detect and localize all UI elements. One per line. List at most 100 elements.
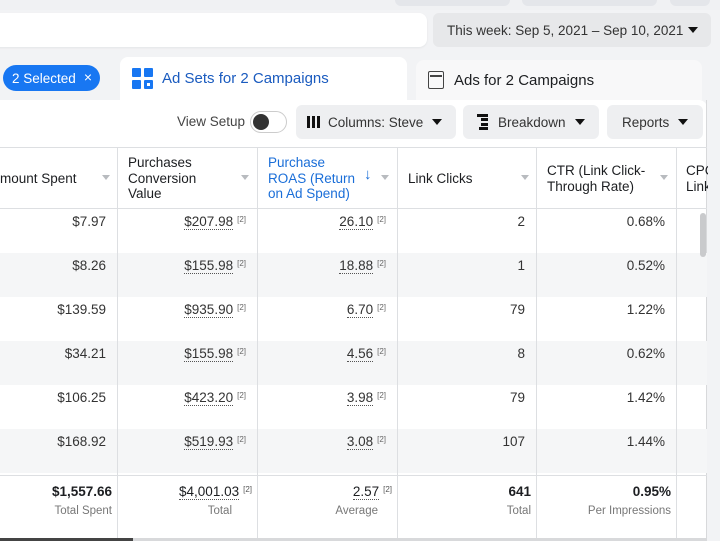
columns-icon: [307, 116, 320, 128]
cell-value[interactable]: 4.56: [346, 346, 374, 362]
cell-value[interactable]: 3.08: [346, 434, 374, 450]
column-header-ctr[interactable]: CTR (Link Click-Through Rate): [547, 148, 668, 209]
caret-down-icon: [688, 27, 698, 33]
footnote-marker[interactable]: [2]: [377, 435, 386, 444]
cell-value[interactable]: 18.88: [339, 258, 374, 274]
footnote-marker[interactable]: [2]: [237, 259, 246, 268]
top-tab[interactable]: [395, 0, 510, 6]
column-divider: [676, 148, 677, 538]
panel-gutter: [707, 100, 720, 541]
column-header-label: Purchase ROAS (Return on Ad Spend): [268, 155, 356, 202]
total-value: 641: [508, 484, 531, 499]
footnote-marker[interactable]: [2]: [377, 303, 386, 312]
cell-ctr: 1.44%: [626, 434, 665, 449]
cell-value[interactable]: 3.98: [346, 390, 374, 406]
top-tab[interactable]: [670, 0, 710, 6]
cell-ctr: 0.62%: [626, 346, 665, 361]
cell-link-clicks: 107: [502, 434, 525, 449]
cell-ctr: 1.22%: [626, 302, 665, 317]
footnote-marker[interactable]: [2]: [377, 259, 386, 268]
date-range-picker[interactable]: This week: Sep 5, 2021 – Sep 10, 2021: [433, 13, 711, 47]
view-setup-toggle[interactable]: [250, 111, 287, 133]
cell-value[interactable]: $155.98: [184, 346, 234, 362]
total-value: 0.95%: [632, 484, 671, 499]
reports-button[interactable]: Reports: [607, 105, 703, 139]
cell-amount-spent: $168.92: [57, 434, 106, 449]
selection-pill[interactable]: 2 Selected ×: [3, 65, 100, 91]
cell-value[interactable]: $207.98: [184, 214, 234, 230]
column-header-link-clicks[interactable]: Link Clicks: [408, 148, 529, 209]
total-conversion-value: $4,001.03 [2] Total: [118, 476, 252, 536]
tab-ad-sets-label: Ad Sets for 2 Campaigns: [162, 70, 329, 87]
cell-amount-spent: $8.26: [72, 258, 106, 273]
cell-roas: 6.70 [2]: [258, 297, 386, 341]
total-roas: 2.57 [2] Average: [258, 476, 392, 536]
total-value: $4,001.03 [2]: [118, 476, 252, 500]
footnote-marker[interactable]: [2]: [243, 485, 252, 494]
cell-amount-spent: $139.59: [57, 302, 106, 317]
tabs-row: 2 Selected × Ad Sets for 2 Campaigns Ads…: [0, 55, 720, 100]
top-strip: [0, 0, 720, 10]
toggle-knob: [253, 114, 269, 130]
cell-ctr: 0.52%: [626, 258, 665, 273]
reports-label: Reports: [622, 114, 670, 130]
column-header-label: Purchases Conversion Value: [128, 155, 197, 202]
sort-caret-icon[interactable]: [521, 175, 529, 180]
column-header-cpc[interactable]: CPC Link: [686, 148, 708, 209]
sort-caret-icon[interactable]: [102, 175, 110, 180]
tab-ad-sets[interactable]: Ad Sets for 2 Campaigns: [120, 57, 407, 100]
cell-conv-value: $207.98 [2]: [118, 209, 246, 253]
total-value-text[interactable]: $4,001.03: [179, 484, 240, 500]
cell-link-clicks: 8: [517, 346, 525, 361]
cell-value[interactable]: $423.20: [184, 390, 234, 406]
search-filter-bar[interactable]: [0, 13, 427, 47]
total-label: Total: [207, 505, 232, 517]
tab-ads-label: Ads for 2 Campaigns: [454, 71, 595, 89]
footnote-marker[interactable]: [2]: [237, 391, 246, 400]
tab-ads[interactable]: Ads for 2 Campaigns: [416, 60, 702, 100]
column-header-label: Link Clicks: [408, 170, 473, 186]
footnote-marker[interactable]: [2]: [237, 435, 246, 444]
cell-link-clicks: 79: [509, 302, 525, 317]
column-header-amount-spent[interactable]: mount Spent: [0, 148, 117, 209]
column-header-purchase-roas[interactable]: Purchase ROAS (Return on Ad Spend) ↓: [268, 148, 389, 209]
total-value-text[interactable]: 2.57: [352, 484, 380, 500]
cell-value[interactable]: $935.90: [184, 302, 234, 318]
footnote-marker[interactable]: [2]: [377, 347, 386, 356]
total-label: Per Impressions: [587, 505, 671, 517]
cell-conv-value: $519.93 [2]: [118, 429, 246, 473]
sort-caret-icon[interactable]: [241, 175, 249, 180]
ads-manager-screen: This week: Sep 5, 2021 – Sep 10, 2021 2 …: [0, 0, 720, 541]
footnote-marker[interactable]: [2]: [237, 347, 246, 356]
date-range-label: This week: Sep 5, 2021 – Sep 10, 2021: [447, 22, 684, 38]
cell-amount-spent: $106.25: [57, 390, 106, 405]
total-amount-spent: $1,557.66 Total Spent: [0, 476, 112, 536]
cell-value[interactable]: 6.70: [346, 302, 374, 318]
sort-caret-icon[interactable]: [660, 175, 668, 180]
column-header-conversion-value[interactable]: Purchases Conversion Value: [128, 148, 249, 209]
top-tab[interactable]: [522, 0, 657, 6]
columns-button[interactable]: Columns: Steve: [296, 105, 456, 139]
close-icon[interactable]: ×: [84, 69, 92, 85]
table-toolbar: View Setup Columns: Steve Breakdown Repo…: [0, 104, 720, 140]
sort-descending-arrow-icon[interactable]: ↓: [364, 167, 372, 183]
footnote-marker[interactable]: [2]: [237, 215, 246, 224]
total-value: $1,557.66: [51, 484, 112, 499]
sort-caret-icon[interactable]: [381, 175, 389, 180]
caret-down-icon: [678, 119, 689, 125]
breakdown-label: Breakdown: [498, 114, 566, 130]
caret-down-icon: [574, 119, 585, 125]
vertical-scrollbar-thumb[interactable]: [700, 213, 706, 257]
breakdown-button[interactable]: Breakdown: [463, 105, 599, 139]
footnote-marker[interactable]: [2]: [383, 485, 392, 494]
total-label: Total Spent: [54, 505, 112, 517]
footnote-marker[interactable]: [2]: [377, 391, 386, 400]
cell-value[interactable]: $519.93: [184, 434, 234, 450]
caret-down-icon: [432, 119, 443, 125]
footnote-marker[interactable]: [2]: [377, 215, 386, 224]
footnote-marker[interactable]: [2]: [237, 303, 246, 312]
total-label: Total: [506, 505, 531, 517]
cell-roas: 4.56 [2]: [258, 341, 386, 385]
cell-value[interactable]: $155.98: [184, 258, 234, 274]
cell-value[interactable]: 26.10: [339, 214, 374, 230]
